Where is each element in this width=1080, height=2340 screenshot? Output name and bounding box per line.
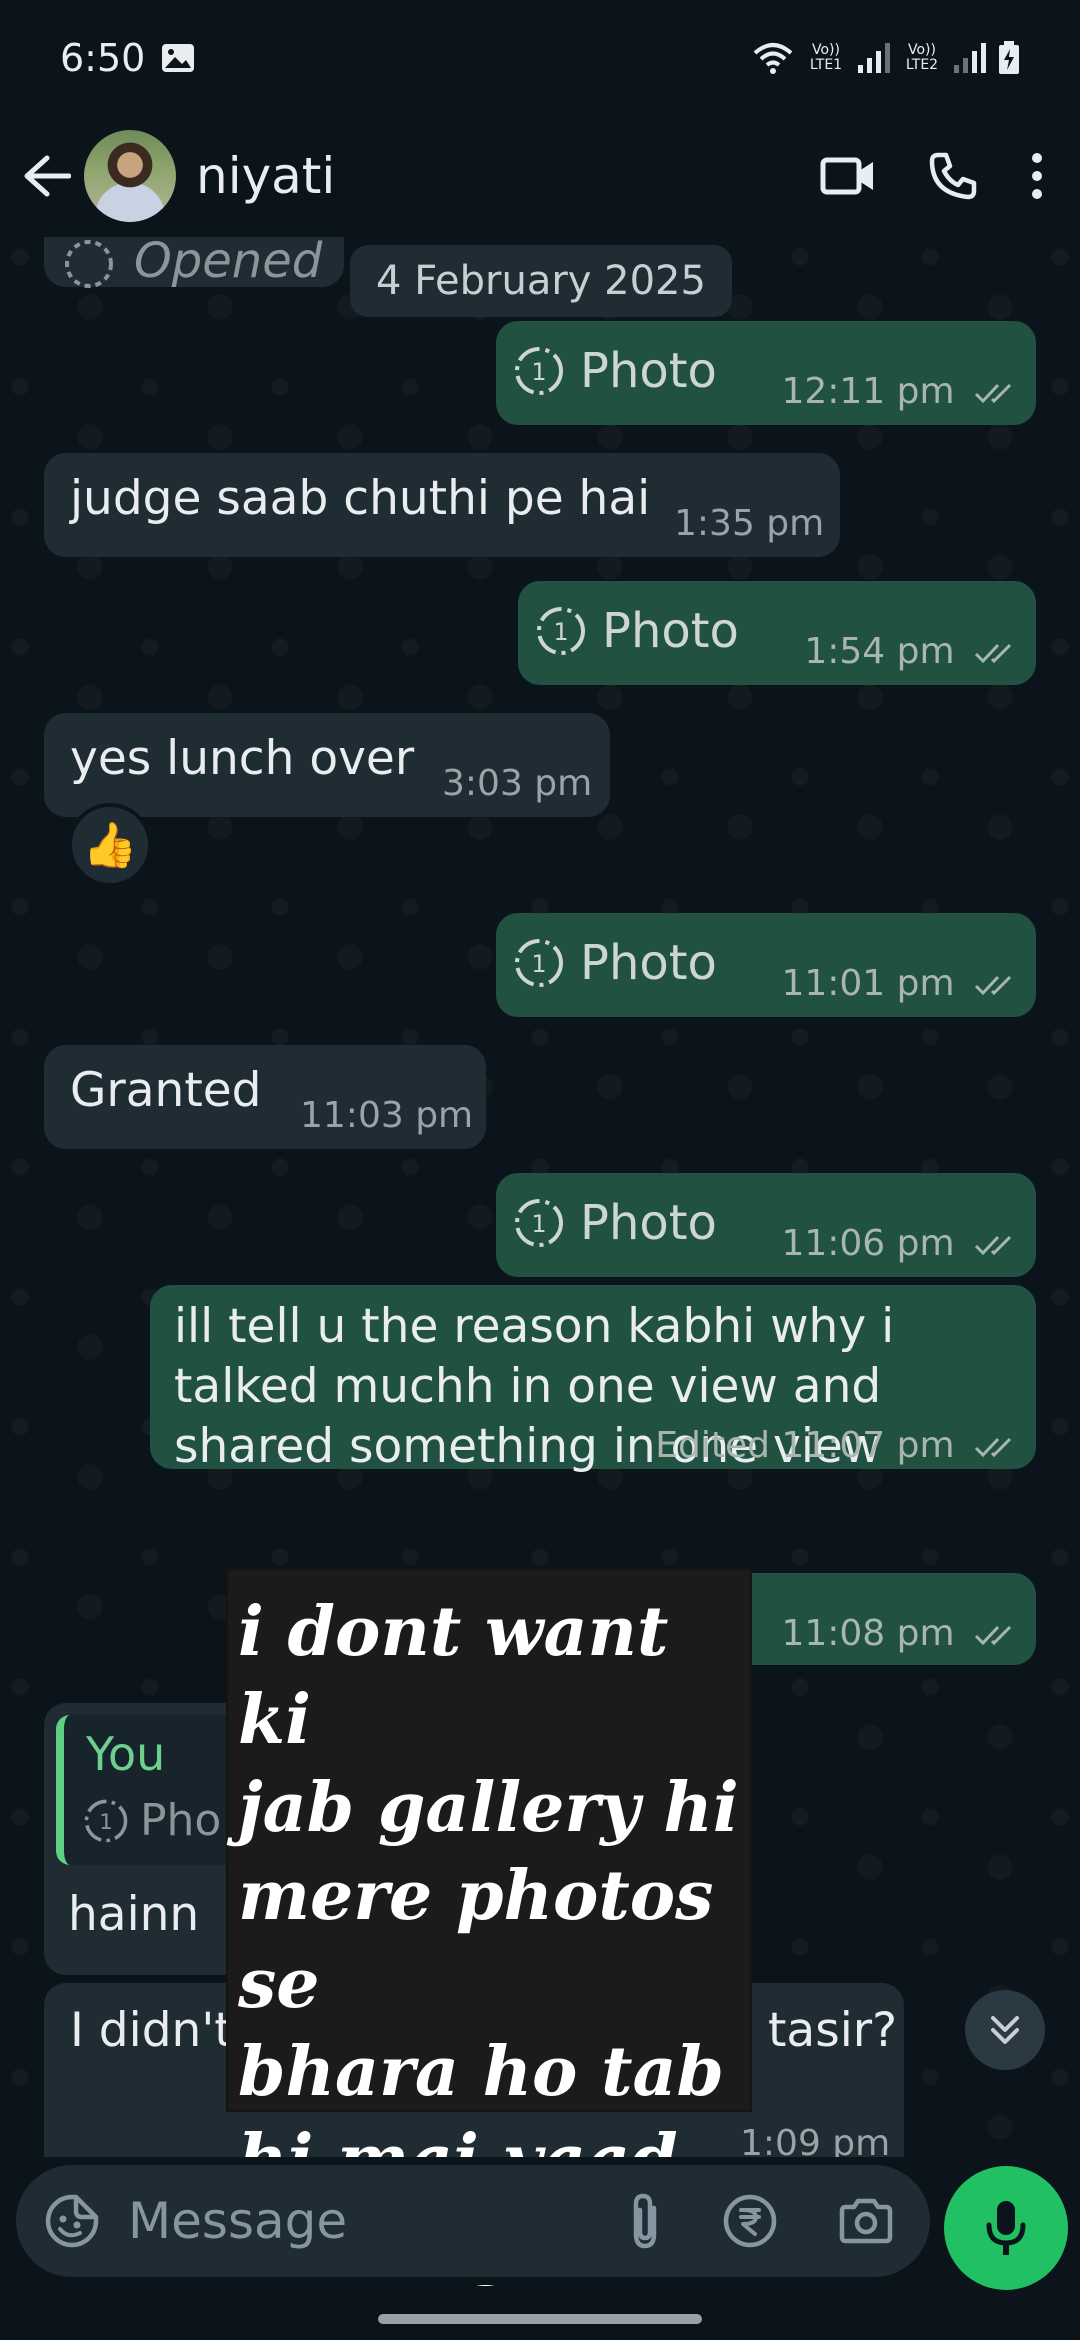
message-time: 1:35 pm — [674, 503, 825, 544]
incoming-message[interactable]: yes lunch over 3:03 pm — [44, 713, 610, 817]
status-bar: 6:50 Vo)) LTE1 Vo)) LTE2 — [0, 0, 1080, 115]
svg-text:1: 1 — [99, 1810, 113, 1835]
double-chevron-down-icon — [991, 2016, 1019, 2044]
view-once-icon: 1 — [515, 347, 563, 395]
message-time: Edited 11:07 pm — [655, 1425, 1018, 1466]
signal-icon-sim2 — [954, 42, 986, 73]
message-text: judge saab chuthi pe hai — [70, 471, 651, 526]
voice-record-button[interactable] — [944, 2166, 1068, 2290]
message-time: 3:03 pm — [442, 763, 593, 804]
view-once-photo-message[interactable]: 1 Photo 11:01 pm — [496, 913, 1036, 1017]
view-once-photo-message[interactable]: 1 Photo 12:11 pm — [496, 321, 1036, 425]
payment-rupee-icon[interactable] — [722, 2193, 778, 2249]
date-chip: 4 February 2025 — [350, 245, 732, 317]
message-time: 11:06 pm — [781, 1223, 1018, 1264]
back-button[interactable] — [12, 141, 82, 211]
view-once-icon: 1 — [515, 939, 563, 987]
message-time: 1:54 pm — [804, 631, 1018, 672]
quote-author: You — [86, 1727, 166, 1781]
thumbs-up-emoji: 👍 — [82, 820, 138, 871]
wifi-icon — [753, 42, 793, 74]
status-indicators: Vo)) LTE1 Vo)) LTE2 — [752, 40, 1020, 75]
phone-icon[interactable] — [928, 151, 978, 201]
scroll-to-bottom-button[interactable] — [965, 1990, 1045, 2070]
view-once-photo-message[interactable]: 1 Photo 1:54 pm — [518, 581, 1036, 685]
attach-paperclip-icon[interactable] — [628, 2192, 662, 2250]
view-once-icon — [65, 240, 113, 288]
message-text-left: I didn't — [70, 2003, 233, 2058]
camera-icon[interactable] — [838, 2197, 894, 2245]
view-once-icon: 1 — [515, 1199, 563, 1247]
read-ticks-icon — [974, 1235, 1012, 1256]
message-text: yes lunch over — [70, 731, 415, 786]
view-once-photo-message[interactable]: 1 Photo 11:06 pm — [496, 1173, 1036, 1277]
message-composer: Message — [0, 2157, 1080, 2285]
handwritten-note-overlay: i dont want ki jab gallery hi mere photo… — [228, 1570, 750, 2288]
status-time: 6:50 — [60, 35, 146, 80]
sim1-label: Vo)) LTE1 — [809, 41, 843, 73]
photo-label: Photo — [580, 1195, 717, 1251]
contact-name[interactable]: niyati — [196, 147, 335, 205]
sim2-label: Vo)) LTE2 — [905, 41, 939, 73]
avatar[interactable] — [84, 130, 176, 222]
more-options-icon[interactable] — [1030, 152, 1044, 200]
video-call-icon[interactable] — [820, 156, 876, 196]
gesture-nav-handle[interactable] — [378, 2314, 702, 2324]
read-ticks-icon — [974, 1625, 1012, 1646]
opened-message: Opened — [44, 237, 344, 289]
message-time: 12:11 pm — [781, 371, 1018, 412]
message-placeholder: Message — [128, 2192, 348, 2250]
message-text-right: tasir? — [768, 2003, 898, 2058]
quote-photo-label: Pho — [140, 1795, 222, 1846]
svg-text:1: 1 — [553, 618, 568, 646]
microphone-icon — [986, 2201, 1026, 2255]
sticker-emoji-icon — [45, 2194, 99, 2248]
battery-icon — [999, 40, 1019, 74]
sticker-button[interactable] — [40, 2189, 104, 2253]
message-input[interactable]: Message — [16, 2165, 930, 2277]
photo-label: Photo — [602, 603, 739, 659]
incoming-message[interactable]: judge saab chuthi pe hai 1:35 pm — [44, 453, 840, 557]
view-once-icon: 1 — [537, 607, 585, 655]
read-ticks-icon — [974, 975, 1012, 996]
message-time: 11:01 pm — [781, 963, 1018, 1004]
reaction-badge[interactable]: 👍 — [68, 803, 152, 887]
read-ticks-icon — [974, 643, 1012, 664]
view-once-icon: 1 — [84, 1799, 128, 1842]
svg-text:1: 1 — [531, 358, 546, 386]
incoming-message[interactable]: Granted 11:03 pm — [44, 1045, 486, 1149]
photo-label: Photo — [580, 343, 717, 399]
svg-text:1: 1 — [531, 950, 546, 978]
gallery-notification-icon — [162, 43, 195, 72]
read-ticks-icon — [974, 1437, 1012, 1458]
message-time: 1:09 pm — [740, 2123, 891, 2157]
outgoing-message[interactable]: ill tell u the reason kabhi why i talked… — [150, 1285, 1036, 1474]
read-ticks-icon — [974, 383, 1012, 404]
message-text: Granted — [70, 1063, 262, 1118]
signal-icon-sim1 — [858, 42, 890, 73]
message-time: 11:03 pm — [300, 1095, 474, 1136]
message-text: hainn — [68, 1887, 200, 1942]
opened-label: Opened — [134, 237, 323, 289]
chat-header: niyati — [0, 115, 1080, 237]
svg-text:1: 1 — [531, 1210, 546, 1238]
back-arrow-icon — [24, 155, 71, 197]
message-time: 11:08 pm — [781, 1613, 1018, 1654]
photo-label: Photo — [580, 935, 717, 991]
